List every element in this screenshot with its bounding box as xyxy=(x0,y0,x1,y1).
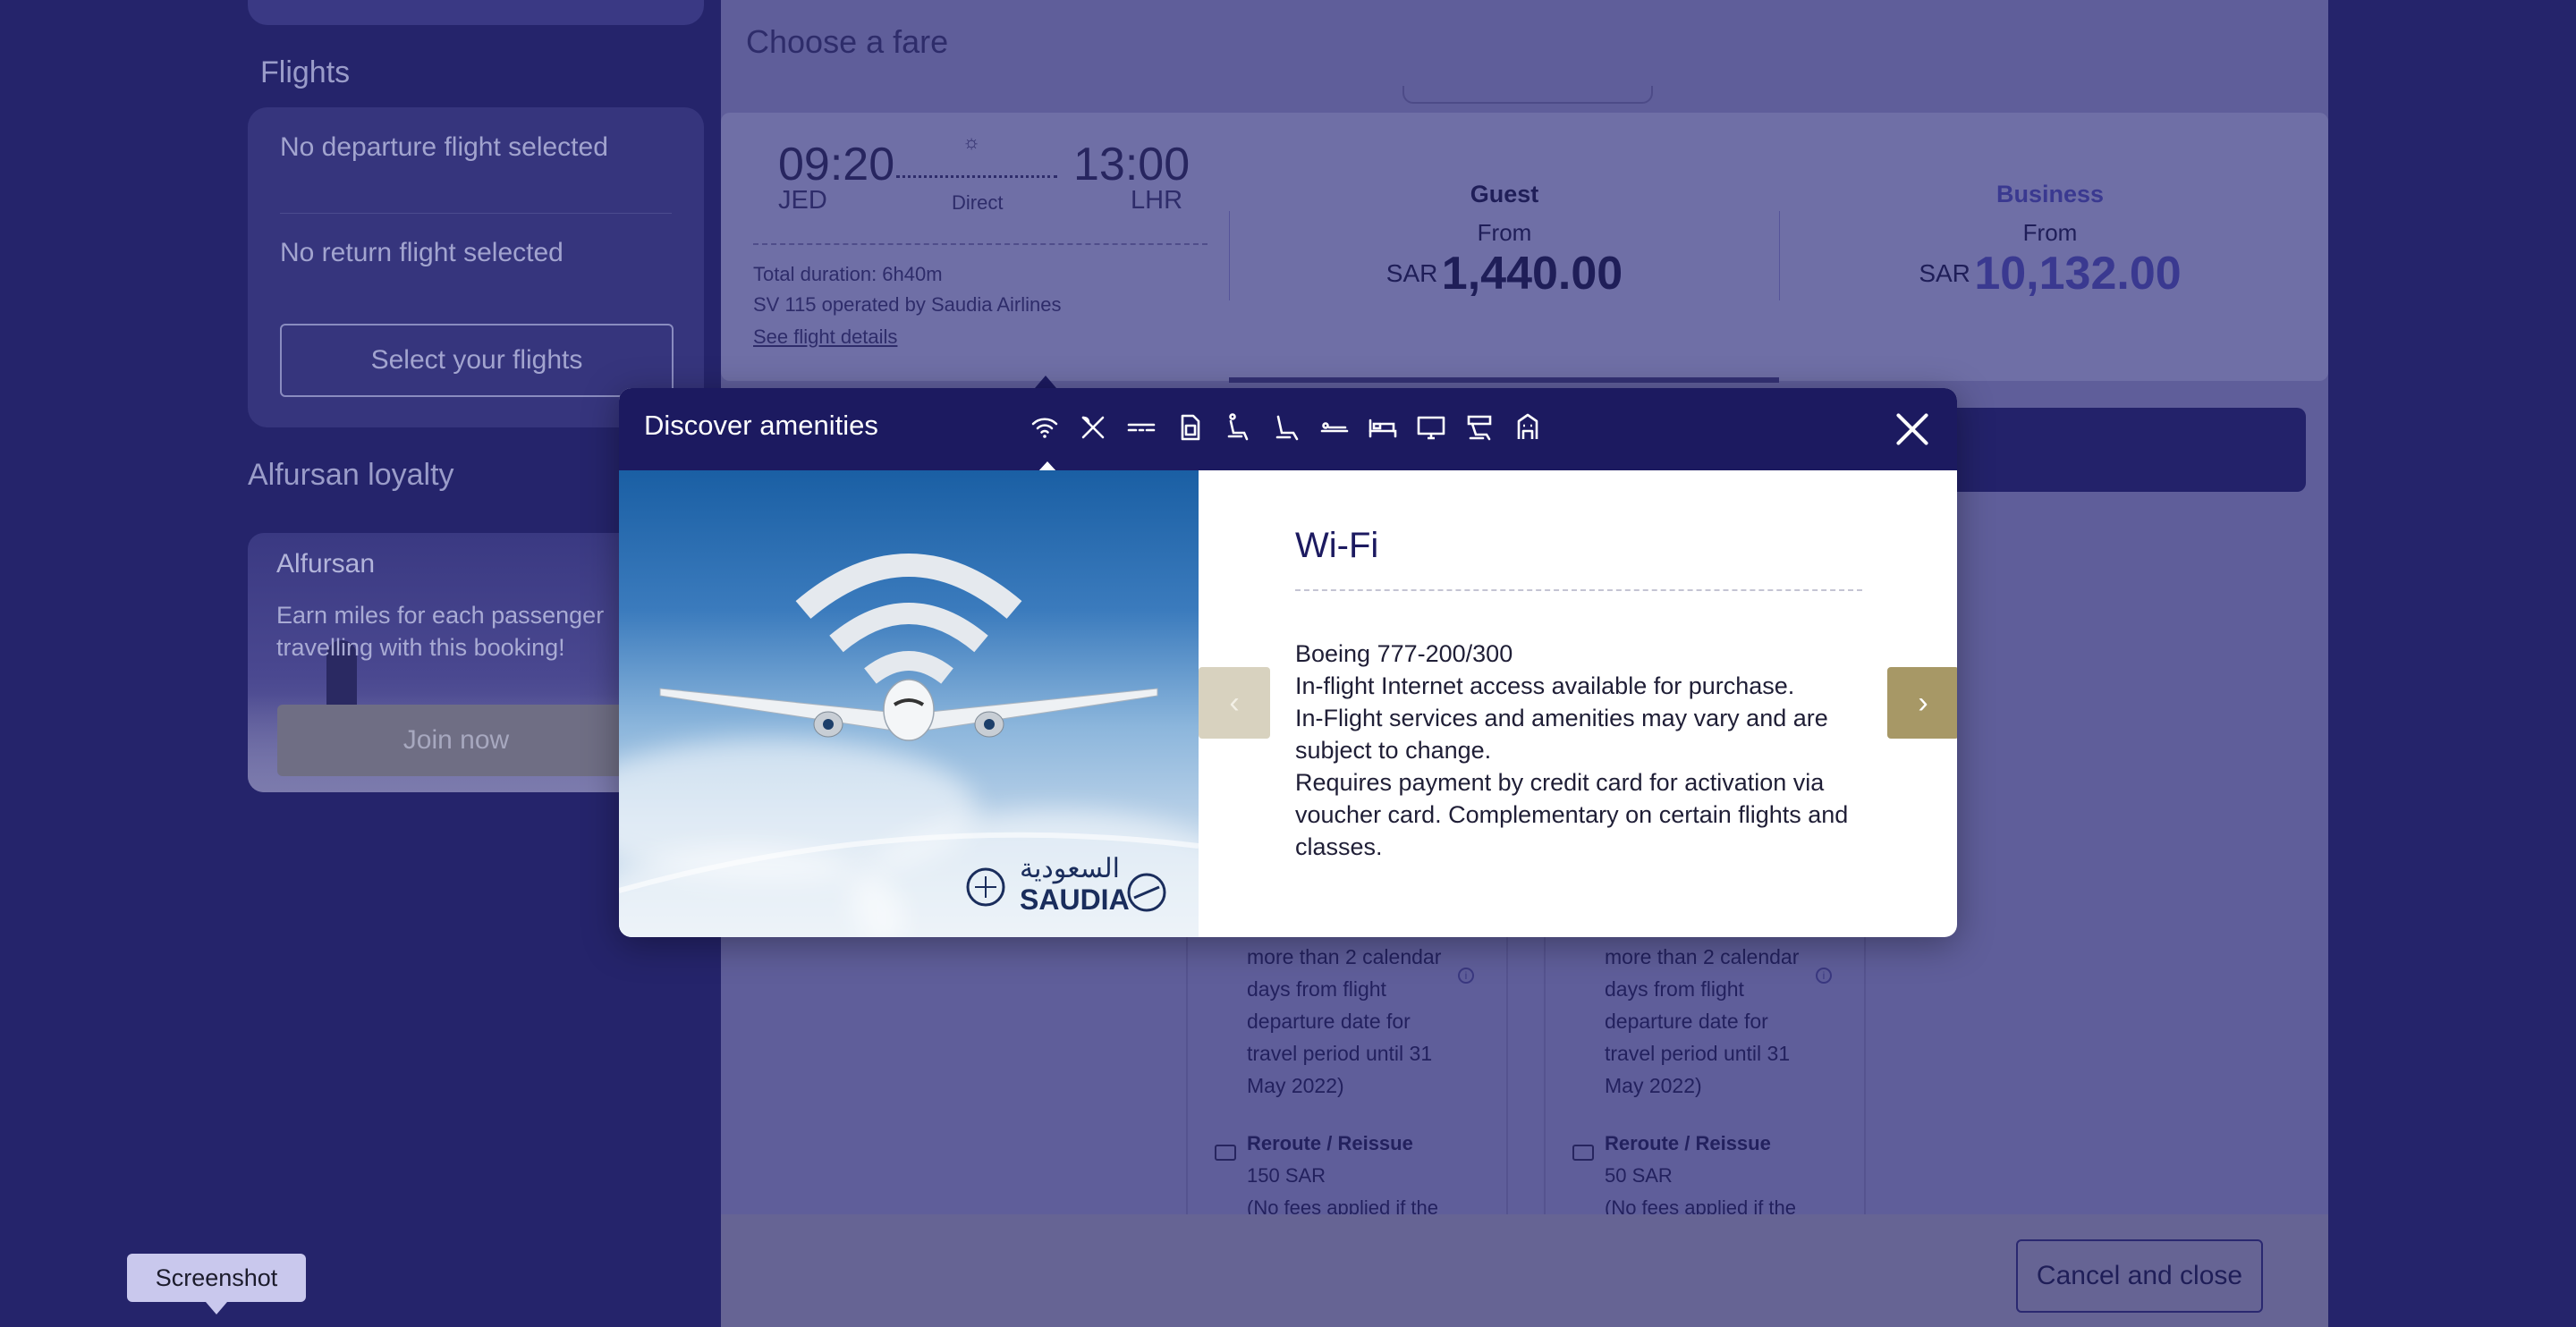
loyalty-heading: Alfursan loyalty xyxy=(248,458,454,492)
daytime-icon: ☼ xyxy=(962,131,981,153)
fare-conditions-card: more than 2 calendar days from flight de… xyxy=(1544,930,1866,1225)
lounge-chair-icon[interactable] xyxy=(1462,410,1497,445)
fare-conditions-card: more than 2 calendar days from flight de… xyxy=(1186,930,1508,1225)
bed-icon[interactable] xyxy=(1365,410,1401,445)
saudia-logo: SAUDIA xyxy=(1020,883,1130,916)
change-fee-text: more than 2 calendar days from flight de… xyxy=(1247,945,1442,1097)
divider xyxy=(753,243,1208,245)
sidebar-top-card xyxy=(248,0,704,25)
reroute-title: Reroute / Reissue xyxy=(1247,1132,1413,1154)
seat-recline-icon[interactable] xyxy=(1220,410,1256,445)
total-duration: Total duration: 6h40m xyxy=(753,263,943,285)
from-label: From xyxy=(2022,219,2078,246)
amenity-line: In-flight Internet access available for … xyxy=(1295,672,1795,699)
info-icon[interactable]: i xyxy=(1458,968,1474,984)
chevron-right-icon: › xyxy=(1918,685,1928,720)
departure-airport: JED xyxy=(778,186,827,215)
booking-sidebar: Flights No departure flight selected No … xyxy=(0,0,721,1327)
no-return-text: No return flight selected xyxy=(280,238,564,267)
alfursan-title: Alfursan xyxy=(276,549,376,579)
flights-heading: Flights xyxy=(260,55,351,89)
alfursan-description: Earn miles for each passenger travelling… xyxy=(276,602,605,661)
arrival-airport: LHR xyxy=(1131,186,1183,215)
close-icon[interactable] xyxy=(1891,408,1934,451)
operator-text: SV 115 operated by Saudia Airlines xyxy=(753,293,1062,316)
screen-icon[interactable] xyxy=(1413,410,1449,445)
amenity-line: In-Flight services and amenities may var… xyxy=(1295,705,1828,764)
price-amount: 1,440.00 xyxy=(1441,248,1623,300)
select-flights-button[interactable]: Select your flights xyxy=(280,324,674,397)
reroute-amount: 50 SAR xyxy=(1605,1164,1673,1187)
departure-time: 09:20 xyxy=(778,139,895,190)
dining-icon[interactable] xyxy=(1075,410,1111,445)
cancel-and-close-button[interactable]: Cancel and close xyxy=(2016,1239,2263,1313)
stops-label: Direct xyxy=(952,191,1004,214)
panel-pill xyxy=(1402,86,1653,104)
flight-fare-row: 09:20 JED ☼ Direct 13:00 LHR Total durat… xyxy=(721,113,2328,383)
from-label: From xyxy=(1477,219,1532,246)
saudia-logo-arabic: السعودية xyxy=(1020,854,1121,883)
sim-card-icon[interactable] xyxy=(1172,410,1208,445)
fare-price: SAR 10,132.00 xyxy=(1826,247,2274,300)
flight-path-line xyxy=(896,175,1057,178)
see-flight-details-link[interactable]: See flight details xyxy=(753,325,897,349)
divider xyxy=(1779,211,1780,300)
fare-class-name: Business xyxy=(1996,181,2105,207)
amenity-line: Requires payment by credit card for acti… xyxy=(1295,769,1849,860)
modal-title: Discover amenities xyxy=(644,410,878,441)
modal-header: Discover amenities xyxy=(619,388,1957,472)
previous-amenity-button[interactable]: ‹ xyxy=(1199,667,1270,739)
divider xyxy=(1295,589,1862,591)
modal-pointer xyxy=(1035,376,1056,388)
reroute-title: Reroute / Reissue xyxy=(1605,1132,1771,1154)
chevron-left-icon: ‹ xyxy=(1229,685,1240,720)
amenity-line: Boeing 777-200/300 xyxy=(1295,640,1513,667)
seat-icon[interactable] xyxy=(1268,410,1304,445)
divider xyxy=(280,213,672,214)
flights-summary-card: No departure flight selected No return f… xyxy=(248,107,704,427)
fare-price: SAR 1,440.00 xyxy=(1281,247,1728,300)
panel-title: Choose a fare xyxy=(746,23,949,60)
amenity-icon-tabs xyxy=(1027,410,1546,445)
fare-class-name: Guest xyxy=(1470,181,1539,207)
amenity-details: Wi-Fi Boeing 777-200/300 In-flight Inter… xyxy=(1295,526,1868,863)
fare-selection-bar xyxy=(1930,408,2306,492)
divider xyxy=(1229,211,1230,300)
no-departure-text: No departure flight selected xyxy=(280,132,608,162)
wifi-amenity-image: السعودية SAUDIA xyxy=(619,470,1199,937)
fare-class-business[interactable]: Business From SAR 10,132.00 xyxy=(1826,181,2274,300)
next-amenity-button[interactable]: › xyxy=(1887,667,1957,739)
screenshot-tooltip: Screenshot xyxy=(127,1254,306,1314)
reroute-amount: 150 SAR xyxy=(1247,1164,1326,1187)
ticket-icon xyxy=(1572,1145,1594,1161)
alfursan-card: Alfursan Earn miles for each passenger t… xyxy=(248,533,641,792)
panel-footer: Cancel and close xyxy=(721,1214,2328,1327)
join-now-button[interactable]: Join now xyxy=(277,705,635,776)
power-outlet-icon[interactable] xyxy=(1123,410,1159,445)
amenities-modal: Discover amenities السعودية SAUDIA Wi-Fi… xyxy=(619,388,1957,937)
selected-fare-indicator xyxy=(1229,377,1779,383)
price-amount: 10,132.00 xyxy=(1974,248,2182,300)
amenity-description: Boeing 777-200/300 In-flight Internet ac… xyxy=(1295,638,1868,863)
currency: SAR xyxy=(1919,259,1970,287)
currency: SAR xyxy=(1385,259,1438,287)
ticket-icon xyxy=(1215,1145,1236,1161)
wifi-icon[interactable] xyxy=(1027,410,1063,445)
change-fee-text: more than 2 calendar days from flight de… xyxy=(1605,945,1800,1097)
flat-seat-icon[interactable] xyxy=(1317,410,1352,445)
amenity-title: Wi-Fi xyxy=(1295,526,1379,565)
info-icon[interactable]: i xyxy=(1816,968,1832,984)
arrival-time: 13:00 xyxy=(1073,139,1191,190)
fare-class-guest[interactable]: Guest From SAR 1,440.00 xyxy=(1281,181,1728,300)
building-icon[interactable] xyxy=(1510,410,1546,445)
